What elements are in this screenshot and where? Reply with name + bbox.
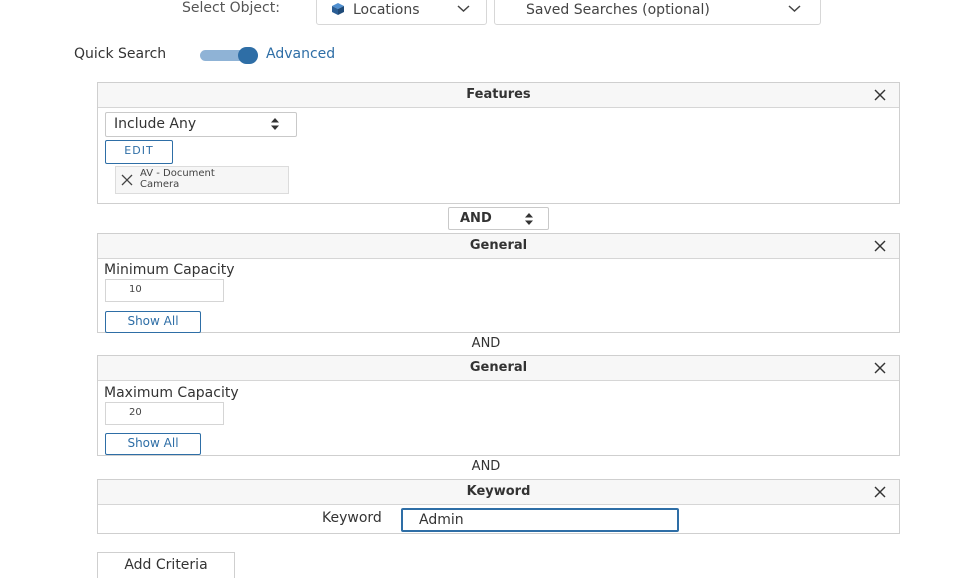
logic-operator-select[interactable]: AND	[448, 207, 549, 230]
close-icon[interactable]	[873, 239, 887, 253]
sort-arrows-icon	[271, 118, 279, 130]
panel-header: Features	[98, 83, 899, 108]
close-icon[interactable]	[873, 485, 887, 499]
feature-chip: AV - Document Camera	[115, 166, 289, 194]
keyword-label: Keyword	[322, 510, 382, 526]
remove-chip-icon[interactable]	[121, 174, 133, 186]
saved-searches-placeholder: Saved Searches (optional)	[526, 2, 710, 18]
toggle-knob	[238, 47, 258, 64]
panel-header: General	[98, 356, 899, 381]
add-criteria-button[interactable]: Add Criteria	[97, 552, 235, 578]
and-connector-label: AND	[471, 459, 501, 474]
include-select[interactable]: Include Any	[105, 112, 297, 137]
panel-header: Keyword	[98, 480, 899, 505]
panel-title: Keyword	[466, 484, 531, 499]
select-object-label: Select Object:	[182, 0, 280, 16]
saved-searches-select[interactable]: Saved Searches (optional)	[494, 0, 821, 25]
sort-arrows-icon	[525, 213, 533, 225]
include-select-value: Include Any	[114, 116, 197, 132]
close-icon[interactable]	[873, 361, 887, 375]
keyword-input[interactable]	[401, 508, 679, 532]
cube-icon	[332, 3, 344, 15]
object-select[interactable]: Locations	[316, 0, 487, 25]
close-icon[interactable]	[873, 88, 887, 102]
chip-label: AV - Document Camera	[140, 168, 215, 190]
show-all-button[interactable]: Show All	[105, 433, 201, 455]
advanced-label[interactable]: Advanced	[266, 46, 335, 62]
maximum-capacity-label: Maximum Capacity	[104, 385, 239, 401]
chip-label-line2: Camera	[140, 179, 180, 190]
minimum-capacity-label: Minimum Capacity	[104, 262, 235, 278]
search-mode-toggle[interactable]	[200, 47, 260, 64]
keyword-panel: Keyword Keyword	[97, 479, 900, 534]
show-all-button[interactable]: Show All	[105, 311, 201, 333]
minimum-capacity-panel: General Minimum Capacity 10 Show All	[97, 233, 900, 333]
maximum-capacity-panel: General Maximum Capacity 20 Show All	[97, 355, 900, 456]
object-select-value: Locations	[353, 2, 420, 18]
chevron-down-icon	[457, 5, 470, 13]
and-connector-label: AND	[471, 336, 501, 351]
panel-header: General	[98, 234, 899, 259]
quick-search-label[interactable]: Quick Search	[74, 46, 166, 62]
chip-label-line1: AV - Document	[140, 168, 215, 179]
maximum-capacity-input[interactable]: 20	[105, 402, 224, 425]
panel-title: Features	[466, 87, 531, 102]
logic-operator-value: AND	[460, 211, 492, 226]
minimum-capacity-input[interactable]: 10	[105, 279, 224, 302]
features-panel: Features Include Any EDIT AV - Document …	[97, 82, 900, 204]
edit-button[interactable]: EDIT	[105, 140, 173, 164]
panel-title: General	[469, 238, 528, 253]
panel-title: General	[469, 360, 528, 375]
chevron-down-icon	[788, 5, 801, 13]
